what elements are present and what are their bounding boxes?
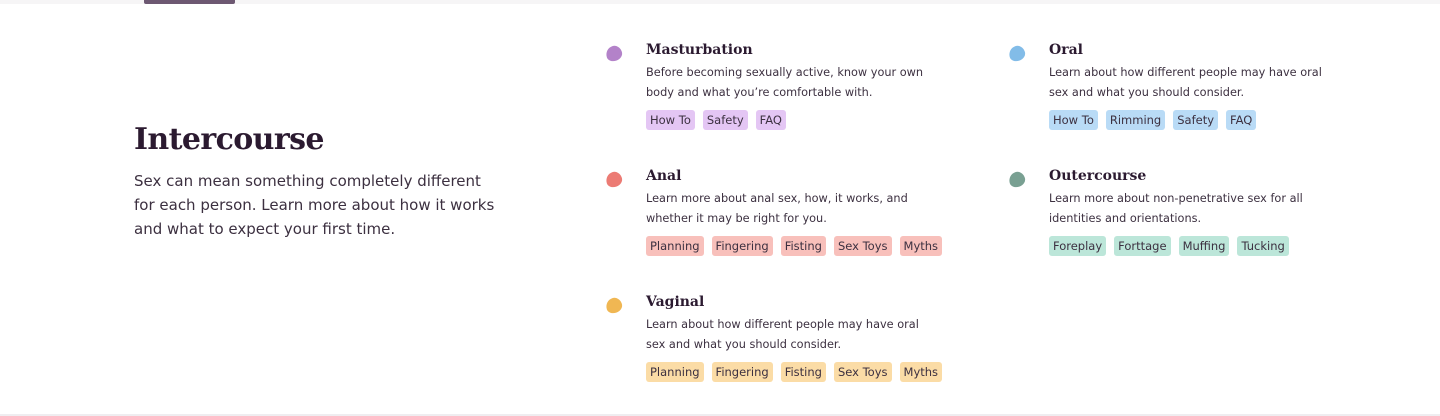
topic-masturbation[interactable]: Masturbation Before becoming sexually ac… — [604, 40, 976, 130]
topic-anal[interactable]: Anal Learn more about anal sex, how, it … — [604, 166, 976, 256]
tag-safety[interactable]: Safety — [702, 110, 748, 130]
tag-myths[interactable]: Myths — [899, 236, 943, 256]
topic-title[interactable]: Masturbation — [646, 40, 976, 60]
tag-muffing[interactable]: Muffing — [1178, 236, 1230, 256]
tag-how-to[interactable]: How To — [646, 110, 695, 130]
tag-list: Planning Fingering Fisting Sex Toys Myth… — [646, 236, 976, 256]
topic-description: Learn more about non-penetrative sex for… — [1049, 192, 1303, 225]
tag-rimming[interactable]: Rimming — [1105, 110, 1166, 130]
intercourse-section: Intercourse Sex can mean something compl… — [0, 0, 1440, 416]
topic-outercourse[interactable]: Outercourse Learn more about non-penetra… — [1007, 166, 1379, 256]
topic-oral[interactable]: Oral Learn about how different people ma… — [1007, 40, 1379, 130]
topic-title[interactable]: Vaginal — [646, 292, 976, 312]
section-intro: Intercourse Sex can mean something compl… — [134, 121, 504, 241]
tag-fisting[interactable]: Fisting — [780, 362, 826, 382]
tag-list: Foreplay Forttage Muffing Tucking — [1049, 236, 1379, 256]
topic-dot-icon — [604, 169, 624, 190]
topic-dot-icon — [604, 295, 624, 316]
tag-list: Planning Fingering Fisting Sex Toys Myth… — [646, 362, 976, 382]
tag-fisting[interactable]: Fisting — [780, 236, 826, 256]
tag-sex-toys[interactable]: Sex Toys — [833, 362, 892, 382]
tag-planning[interactable]: Planning — [646, 236, 704, 256]
topic-dot-icon — [1007, 169, 1027, 190]
topic-title[interactable]: Anal — [646, 166, 976, 186]
tag-list: How To Rimming Safety FAQ — [1049, 110, 1379, 130]
topic-vaginal[interactable]: Vaginal Learn about how different people… — [604, 292, 976, 382]
topic-description: Before becoming sexually active, know yo… — [646, 66, 924, 99]
section-title: Intercourse — [134, 122, 324, 157]
tag-fingering[interactable]: Fingering — [711, 362, 773, 382]
tag-safety[interactable]: Safety — [1173, 110, 1219, 130]
topic-description: Learn about how different people may hav… — [1049, 66, 1322, 99]
tag-foreplay[interactable]: Foreplay — [1049, 236, 1107, 256]
tag-forttage[interactable]: Forttage — [1114, 236, 1171, 256]
section-description: Sex can mean something completely differ… — [134, 172, 495, 238]
tag-how-to[interactable]: How To — [1049, 110, 1098, 130]
tag-faq[interactable]: FAQ — [755, 110, 786, 130]
tag-fingering[interactable]: Fingering — [711, 236, 773, 256]
tag-tucking[interactable]: Tucking — [1237, 236, 1289, 256]
topic-dot-icon — [604, 43, 624, 64]
topic-title[interactable]: Outercourse — [1049, 166, 1379, 186]
tag-planning[interactable]: Planning — [646, 362, 704, 382]
tag-myths[interactable]: Myths — [899, 362, 943, 382]
tag-faq[interactable]: FAQ — [1226, 110, 1257, 130]
tag-sex-toys[interactable]: Sex Toys — [833, 236, 892, 256]
topic-dot-icon — [1007, 43, 1027, 64]
active-tab-indicator — [144, 0, 235, 4]
topic-description: Learn about how different people may hav… — [646, 318, 919, 351]
topic-title[interactable]: Oral — [1049, 40, 1379, 60]
tag-list: How To Safety FAQ — [646, 110, 976, 130]
topic-description: Learn more about anal sex, how, it works… — [646, 192, 908, 225]
